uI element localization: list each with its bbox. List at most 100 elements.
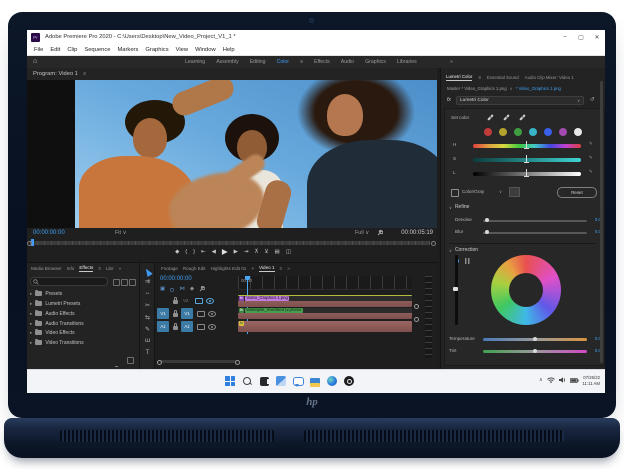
chevron-down-icon[interactable]: ∨ [499, 189, 502, 194]
lock-icon[interactable] [173, 310, 178, 317]
workspace-tab-learning[interactable]: Learning [185, 59, 205, 65]
mark-in-button[interactable]: { [185, 247, 187, 257]
hue-slider-handle[interactable] [524, 141, 529, 149]
workspace-overflow-icon[interactable]: » [450, 59, 453, 65]
track-collapse-toggle[interactable] [414, 317, 419, 322]
menu-file[interactable]: File [34, 47, 43, 53]
pinned-app-icon[interactable] [344, 376, 355, 387]
selected-clip-label[interactable]: * Video_Graphics 1.png [516, 86, 561, 91]
mark-out-button[interactable]: } [193, 247, 195, 257]
panel-menu-icon[interactable]: ≡ [280, 266, 283, 271]
zoom-handle-left[interactable] [157, 360, 162, 365]
expand-icon[interactable]: ▸ [30, 330, 32, 336]
preview-swatch-icon[interactable] [509, 187, 520, 197]
timeline-ruler[interactable] [238, 276, 412, 290]
color-wheel[interactable] [491, 255, 561, 325]
source-patch[interactable]: A1 [157, 321, 169, 332]
snap-icon[interactable]: Ω [170, 286, 174, 292]
workspace-tab-assembly[interactable]: Assembly [216, 59, 239, 65]
maximize-button[interactable]: ▢ [573, 30, 589, 44]
tab-info[interactable]: Info [67, 266, 75, 271]
menu-edit[interactable]: Edit [50, 47, 60, 53]
effects-list-item[interactable]: ▸ Audio Transitions [30, 319, 84, 328]
taskbar-clock[interactable]: 07/26/22 11:11 AM [576, 375, 600, 386]
wifi-icon[interactable] [546, 377, 555, 383]
menu-markers[interactable]: Markers [117, 47, 138, 53]
workspace-tab-audio[interactable]: Audio [341, 59, 354, 65]
file-explorer-icon[interactable] [310, 376, 321, 387]
close-tab-icon[interactable]: × [251, 266, 254, 271]
tab-effects[interactable]: Effects [79, 265, 94, 272]
color-swatch-teal[interactable] [529, 128, 537, 136]
refine-section-header[interactable]: ∨ Refine [449, 204, 469, 210]
new-folder-icon[interactable] [127, 357, 134, 364]
playback-resolution-dropdown[interactable]: Full ∨ [355, 230, 369, 236]
zoom-level-dropdown[interactable]: Fit ∨ [115, 230, 126, 236]
temperature-knob[interactable] [533, 337, 537, 341]
luma-edit-icon[interactable]: ✎ [589, 169, 593, 175]
eyedropper-icon[interactable] [487, 114, 494, 121]
extract-button[interactable]: ⊻ [264, 247, 268, 257]
effects-list-item[interactable]: ▸ Audio Effects [30, 309, 75, 318]
speaker-icon[interactable] [558, 377, 566, 383]
track-select-forward-tool[interactable]: ⇉ [140, 278, 155, 285]
track-target[interactable]: V1 [181, 308, 193, 319]
expand-icon[interactable]: ▸ [30, 321, 32, 327]
step-back-button[interactable]: ◀ [212, 247, 216, 257]
tab-footage[interactable]: Footage [161, 266, 178, 271]
workspace-tab-libraries[interactable]: Libraries [397, 59, 417, 65]
expand-icon[interactable]: ▸ [30, 301, 32, 307]
scrubber-start-handle[interactable] [27, 241, 32, 246]
play-button[interactable]: ▶ [222, 247, 228, 257]
add-marker-button[interactable]: ◆ [175, 247, 179, 257]
tab-video-1[interactable]: Video 1 [259, 265, 275, 272]
color-swatch-purple[interactable] [559, 128, 567, 136]
camera-icon[interactable] [195, 298, 203, 304]
search-icon[interactable] [242, 376, 253, 387]
saturation-edit-icon[interactable]: ✎ [589, 155, 593, 161]
widgets-icon[interactable] [276, 376, 287, 387]
effects-list-item[interactable]: ▸ Presets [30, 289, 62, 298]
color-swatch-red[interactable] [484, 128, 492, 136]
razor-tool[interactable]: ✂ [140, 302, 155, 309]
panel-menu-icon[interactable]: ≡ [83, 71, 86, 77]
tab-rough-edit[interactable]: Rough Edit [183, 266, 206, 271]
color-swatch-yellow[interactable] [499, 128, 507, 136]
source-patch[interactable]: V1 [157, 308, 169, 319]
go-to-in-button[interactable]: ⇤ [201, 247, 206, 257]
luma-slider-handle[interactable] [524, 169, 529, 177]
export-frame-button[interactable]: ▤ [275, 247, 280, 257]
color-swatch-blue[interactable] [544, 128, 552, 136]
lock-icon[interactable] [173, 297, 178, 304]
track-collapse-toggle[interactable] [414, 304, 419, 309]
clip-audio[interactable]: fx [238, 321, 412, 332]
camera-icon[interactable] [197, 311, 205, 317]
colorgray-label[interactable]: Color/Gray [462, 189, 484, 194]
color-swatch-white[interactable] [574, 128, 582, 136]
step-forward-button[interactable]: ▶ [234, 247, 238, 257]
panel-menu-icon[interactable]: ≡ [98, 266, 101, 271]
workspace-tab-color[interactable]: Color [277, 59, 289, 65]
saturation-slider-handle[interactable] [524, 155, 529, 163]
menu-view[interactable]: View [176, 47, 188, 53]
hand-tool[interactable]: ɯ [140, 338, 155, 344]
tab-overflow-icon[interactable]: » [287, 266, 290, 271]
effect-selector-dropdown[interactable]: Lumetri Color ∨ [456, 96, 584, 105]
clip-timelapse[interactable]: fx timelapse_reworked (v.prores [238, 308, 412, 319]
eye-toggle-icon[interactable] [206, 298, 214, 304]
effects-search-input[interactable] [30, 277, 108, 286]
master-clip-label[interactable]: Master * Video_Graphics 1.png [447, 86, 507, 91]
track-target[interactable]: A1 [181, 321, 193, 332]
color-swatch-green[interactable] [514, 128, 522, 136]
eye-toggle-icon[interactable] [208, 311, 216, 317]
workspace-tab-editing[interactable]: Editing [250, 59, 266, 65]
tab-essential-sound[interactable]: Essential Sound [487, 75, 519, 80]
camera-icon[interactable] [197, 324, 205, 330]
hue-edit-icon[interactable]: ✎ [589, 141, 593, 147]
tab-overflow-icon[interactable]: » [119, 266, 122, 271]
menu-help[interactable]: Help [223, 47, 235, 53]
tab-libraries[interactable]: Libr [106, 266, 114, 271]
panel-menu-icon[interactable]: ≡ [478, 75, 481, 80]
wheel-luma-knob[interactable] [453, 287, 458, 291]
correction-section-header[interactable]: ∨ Correction [449, 247, 478, 253]
